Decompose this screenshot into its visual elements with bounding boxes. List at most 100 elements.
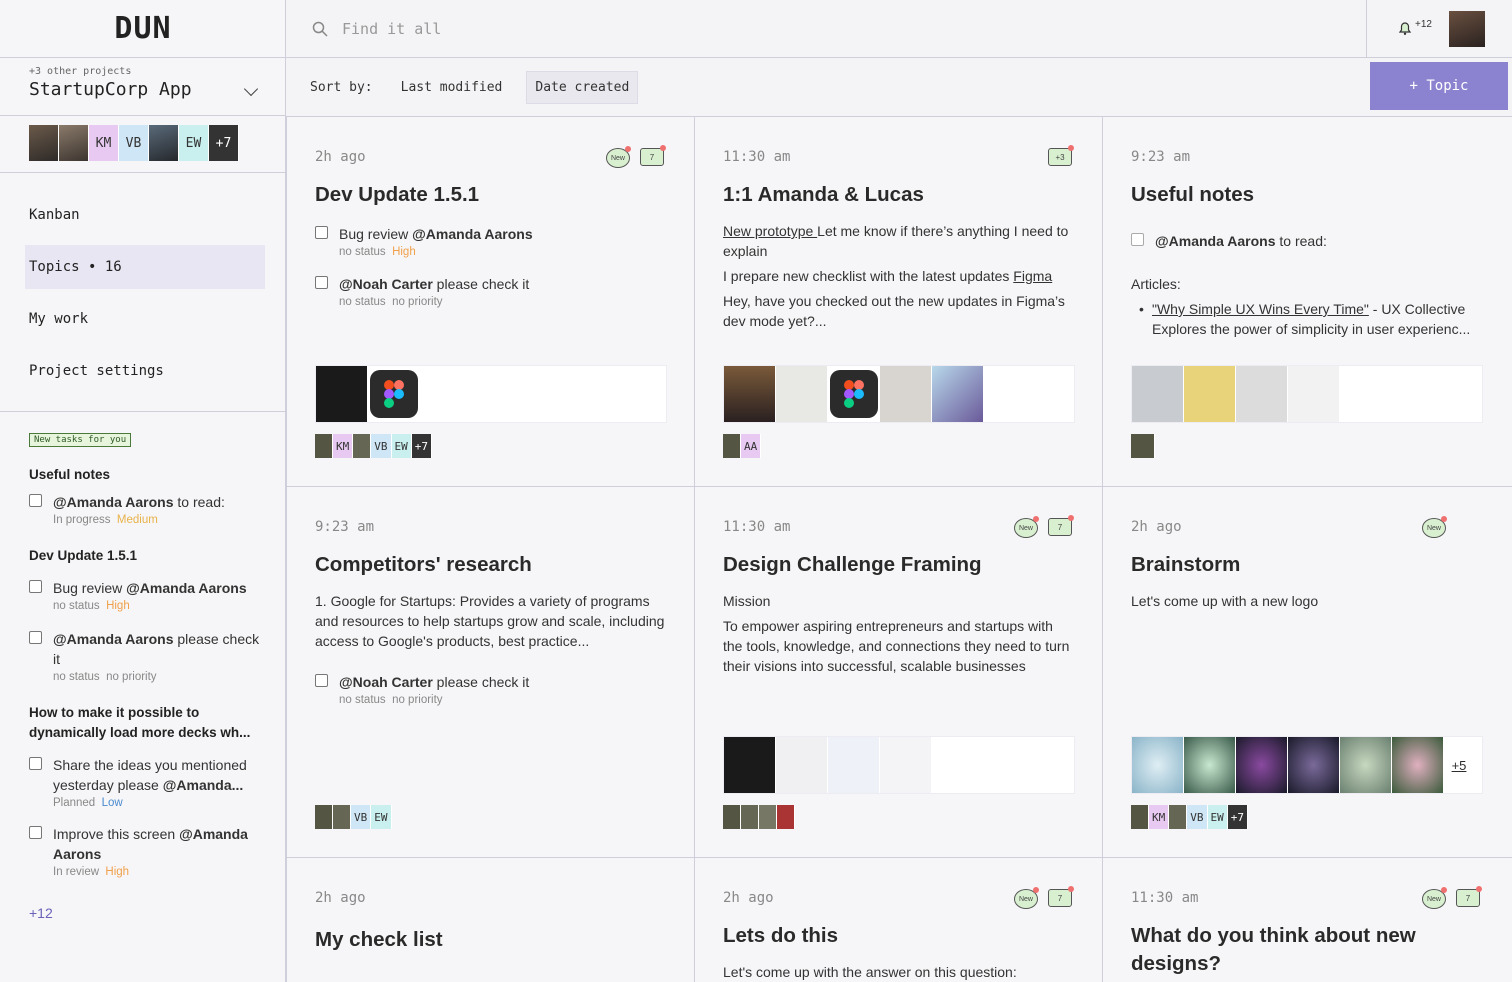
task-priority: Low	[101, 797, 123, 809]
task-checkbox[interactable]	[315, 276, 328, 289]
thumbnail[interactable]	[1288, 366, 1339, 422]
sort-date-created[interactable]: Date created	[526, 70, 639, 104]
thumbnail[interactable]	[1132, 366, 1183, 422]
avatar	[59, 125, 89, 161]
card-avatars[interactable]: KM VB EW +7	[1131, 805, 1248, 829]
bell-icon[interactable]	[1397, 20, 1413, 36]
thumbnail[interactable]	[1340, 737, 1391, 793]
task-text: Bug review	[339, 226, 413, 242]
mention[interactable]: @Amanda Aarons	[412, 226, 533, 242]
nav-my-work[interactable]: My work	[25, 297, 265, 341]
task-item[interactable]: @Noah Carter please check it no status n…	[315, 672, 665, 706]
card-title: Dev Update 1.5.1	[315, 183, 480, 206]
thumbnail[interactable]	[828, 737, 879, 793]
thumbnail[interactable]	[724, 737, 775, 793]
task-item[interactable]: @Amanda Aarons to read:	[1131, 231, 1481, 251]
task-item[interactable]: Improve this screen @Amanda Aarons In re…	[29, 824, 269, 878]
thumbnail[interactable]	[1392, 737, 1443, 793]
topic-card[interactable]: 2h ago New Brainstorm Let's come up with…	[1102, 486, 1512, 858]
topic-card[interactable]: 9:23 am Useful notes @Amanda Aarons to r…	[1102, 116, 1512, 487]
thumbnail[interactable]	[1288, 737, 1339, 793]
thumbnail[interactable]	[1132, 737, 1183, 793]
task-item[interactable]: Share the ideas you mentioned yesterday …	[29, 755, 269, 809]
topic-card[interactable]: 2h ago New 7 Dev Update 1.5.1 Bug review…	[286, 116, 695, 487]
image-strip[interactable]	[1131, 365, 1483, 423]
task-item[interactable]: Bug review @Amanda Aarons no status High	[315, 224, 665, 258]
figma-link[interactable]: Figma	[1013, 268, 1052, 284]
section-title[interactable]: Dev Update 1.5.1	[29, 546, 269, 566]
card-avatars[interactable]	[1131, 434, 1155, 458]
thumbnail[interactable]	[776, 366, 827, 422]
card-avatars[interactable]: KM VB EW +7	[315, 434, 432, 458]
avatar	[741, 805, 759, 829]
topic-card[interactable]: 11:30 am New 7 What do you think about n…	[1102, 857, 1512, 982]
team-avatars[interactable]: KM VB EW +7	[29, 125, 239, 161]
thumbnail[interactable]	[932, 366, 983, 422]
image-strip[interactable]	[723, 365, 1075, 423]
thumbnail[interactable]	[316, 366, 367, 422]
more-tasks-link[interactable]: +12	[29, 905, 53, 921]
comment-icon[interactable]: 7	[1456, 886, 1482, 907]
add-topic-button[interactable]: + Topic	[1370, 62, 1508, 110]
card-avatars[interactable]	[723, 805, 795, 829]
avatar	[1131, 434, 1155, 458]
image-strip[interactable]: +5	[1131, 736, 1483, 794]
mention[interactable]: @Noah Carter	[339, 276, 433, 292]
mention[interactable]: @Amanda Aarons	[126, 580, 247, 596]
task-checkbox[interactable]	[315, 674, 328, 687]
mention[interactable]: @Amanda Aarons	[53, 631, 174, 647]
nav-kanban[interactable]: Kanban	[25, 193, 265, 237]
thumbnail[interactable]	[880, 737, 931, 793]
task-item[interactable]: @Amanda Aarons please check it no status…	[29, 629, 269, 683]
mention[interactable]: @Amanda Aarons	[1155, 233, 1276, 249]
thumbnail[interactable]	[724, 366, 775, 422]
task-checkbox-checked[interactable]	[1131, 233, 1144, 246]
comment-icon[interactable]: 7	[640, 145, 666, 166]
thumbnail[interactable]	[880, 366, 931, 422]
task-item[interactable]: @Amanda Aarons to read: In progress Medi…	[29, 492, 269, 526]
new-badge-icon: New	[1014, 887, 1039, 909]
app-logo[interactable]: DUN	[0, 0, 285, 58]
card-avatars[interactable]: VB EW	[315, 805, 392, 829]
task-checkbox[interactable]	[315, 226, 328, 239]
thumbnail[interactable]	[1236, 737, 1287, 793]
task-checkbox[interactable]	[29, 631, 42, 644]
mention[interactable]: @Amanda...	[163, 777, 244, 793]
section-title[interactable]: How to make it possible to dynamically l…	[29, 703, 269, 743]
user-avatar[interactable]	[1449, 11, 1485, 47]
topic-card[interactable]: 11:30 am +3 1:1 Amanda & Lucas New proto…	[694, 116, 1103, 487]
topic-card[interactable]: 11:30 am New 7 Design Challenge Framing …	[694, 486, 1103, 858]
task-item[interactable]: Bug review @Amanda Aarons no status High	[29, 578, 269, 612]
thumbnail[interactable]	[1184, 737, 1235, 793]
thumbnail[interactable]	[1236, 366, 1287, 422]
topic-card[interactable]: 2h ago My check list	[286, 857, 695, 982]
nav-project-settings[interactable]: Project settings	[25, 349, 265, 393]
thumbnail[interactable]	[828, 366, 879, 422]
comment-icon[interactable]: +3	[1048, 145, 1074, 166]
topic-card[interactable]: 9:23 am Competitors' research 1. Google …	[286, 486, 695, 858]
task-checkbox[interactable]	[29, 826, 42, 839]
thumbnail[interactable]	[368, 366, 419, 422]
comment-icon[interactable]: 7	[1048, 886, 1074, 907]
image-strip[interactable]	[315, 365, 667, 423]
prototype-link[interactable]: New prototype	[723, 223, 817, 239]
thumbnail[interactable]	[776, 737, 827, 793]
article-link[interactable]: "Why Simple UX Wins Every Time"	[1152, 301, 1369, 317]
more-images-link[interactable]: +5	[1444, 737, 1474, 793]
thumbnail[interactable]	[1184, 366, 1235, 422]
card-avatars[interactable]: AA	[723, 434, 762, 458]
task-checkbox[interactable]	[29, 580, 42, 593]
nav-topics[interactable]: Topics • 16	[25, 245, 265, 289]
task-checkbox[interactable]	[29, 757, 42, 770]
mention[interactable]: @Noah Carter	[339, 674, 433, 690]
comment-icon[interactable]: 7	[1048, 515, 1074, 536]
section-title[interactable]: Useful notes	[29, 465, 269, 485]
search-bar[interactable]: Find it all	[286, 0, 1366, 58]
topic-card[interactable]: 2h ago New 7 Lets do this Let's come up …	[694, 857, 1103, 982]
task-item[interactable]: @Noah Carter please check it no status n…	[315, 274, 665, 308]
task-checkbox[interactable]	[29, 494, 42, 507]
project-selector[interactable]: +3 other projects StartupCorp App	[0, 58, 285, 116]
mention[interactable]: @Amanda Aarons	[53, 494, 174, 510]
image-strip[interactable]	[723, 736, 1075, 794]
sort-last-modified[interactable]: Last modified	[393, 72, 511, 103]
